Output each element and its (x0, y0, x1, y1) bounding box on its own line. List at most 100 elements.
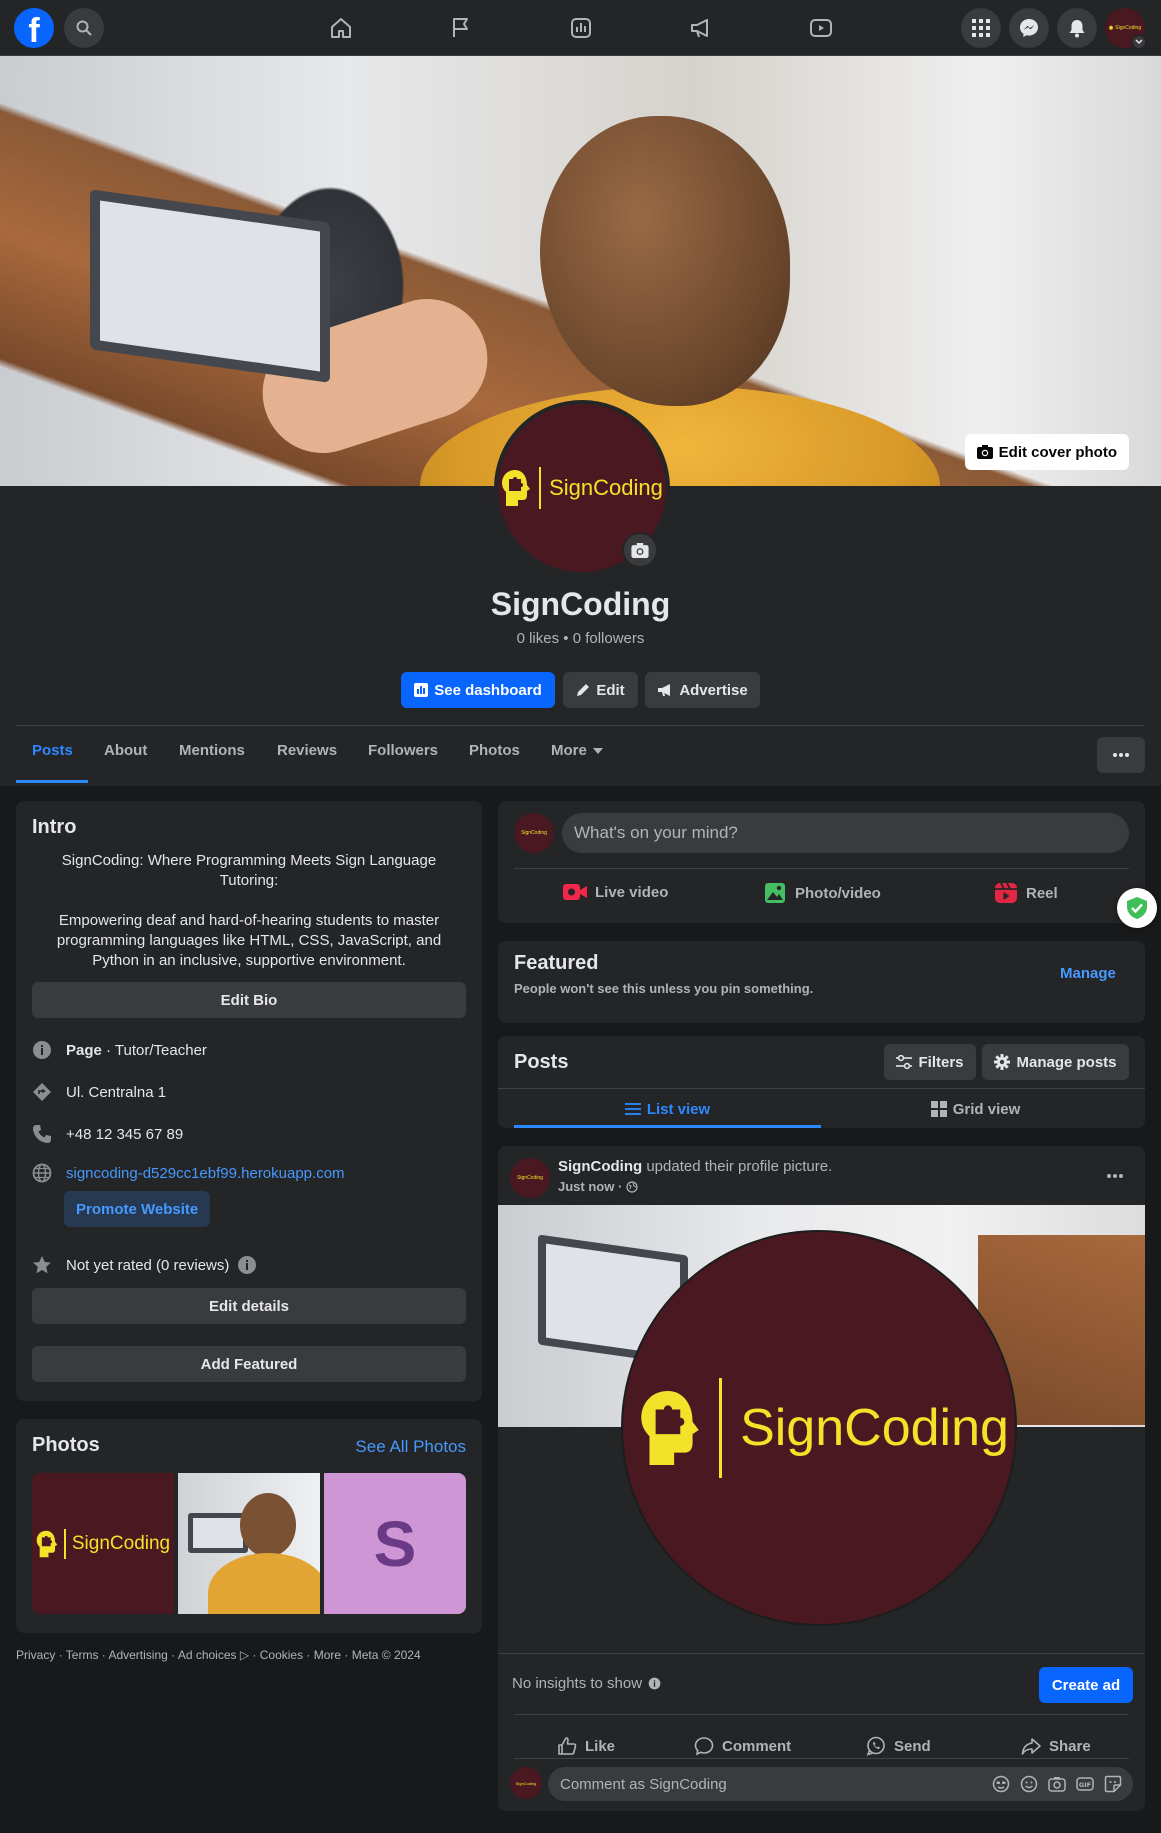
tab-photos[interactable]: Photos (469, 742, 520, 759)
post-time[interactable]: Just now · (558, 1179, 622, 1194)
home-icon[interactable] (321, 8, 361, 48)
photo-thumbnail-cover[interactable] (178, 1473, 320, 1614)
posts-title: Posts (514, 1051, 569, 1073)
more-options-button[interactable] (1097, 737, 1145, 773)
edit-cover-photo-button[interactable]: Edit cover photo (964, 434, 1129, 470)
footer-links[interactable]: Privacy · Terms · Advertising · Ad choic… (16, 1647, 466, 1663)
composer-avatar[interactable]: SignCoding (514, 813, 554, 853)
edit-cover-label: Edit cover photo (998, 443, 1117, 461)
manage-featured-link[interactable]: Manage (1060, 965, 1116, 982)
manage-posts-button[interactable]: Manage posts (982, 1044, 1129, 1080)
avatar-sticker-icon[interactable] (992, 1775, 1010, 1793)
share-label: Share (1049, 1737, 1091, 1755)
live-video-label: Live video (595, 883, 669, 901)
sidebar-toggle-icon[interactable] (18, 76, 38, 94)
grid-view-tab[interactable]: Grid view (822, 1090, 1129, 1128)
insights-icon[interactable] (561, 8, 601, 48)
globe-icon (32, 1163, 52, 1183)
info-icon[interactable] (648, 1677, 661, 1690)
comment-placeholder: Comment as SignCoding (560, 1775, 727, 1793)
see-dashboard-button[interactable]: See dashboard (401, 672, 555, 708)
featured-subtitle: People won't see this unless you pin som… (514, 981, 814, 996)
edit-bio-button[interactable]: Edit Bio (32, 982, 466, 1018)
megaphone-icon[interactable] (681, 8, 721, 48)
tab-reviews[interactable]: Reviews (277, 742, 337, 759)
photo-thumbnail-logo[interactable]: SignCoding (32, 1473, 174, 1614)
advertise-button[interactable]: Advertise (645, 672, 760, 708)
reel-button[interactable]: Reel (994, 881, 1058, 905)
list-view-label: List view (646, 1100, 711, 1118)
detail-website: signcoding-d529cc1ebf99.herokuapp.com (32, 1163, 345, 1183)
see-all-photos-link[interactable]: See All Photos (355, 1437, 466, 1457)
menu-grid-icon[interactable] (961, 8, 1001, 48)
whatsapp-icon (866, 1736, 885, 1756)
facebook-logo[interactable]: f (14, 8, 54, 48)
flag-icon[interactable] (441, 8, 481, 48)
sticker-icon[interactable] (1104, 1775, 1122, 1793)
list-view-tab[interactable]: List view (514, 1090, 821, 1128)
camera-icon[interactable] (1048, 1775, 1066, 1793)
posts-header-divider (498, 1088, 1145, 1089)
gif-icon[interactable]: GIF (1076, 1775, 1094, 1793)
filters-button[interactable]: Filters (884, 1044, 976, 1080)
megaphone-icon (658, 684, 671, 696)
post-options-icon[interactable] (1105, 1166, 1125, 1186)
tab-followers[interactable]: Followers (368, 742, 438, 759)
like-button[interactable]: Like (557, 1724, 615, 1768)
advertise-label: Advertise (679, 681, 748, 699)
live-video-icon (563, 884, 587, 900)
whats-on-your-mind-input[interactable]: What's on your mind? (562, 813, 1129, 853)
post-meta: Just now · (558, 1179, 638, 1194)
live-video-button[interactable]: Live video (563, 881, 668, 903)
cover-head-shape (540, 116, 790, 406)
page-category: · Tutor/Teacher (101, 1041, 207, 1059)
comment-divider (514, 1758, 1129, 1759)
update-profile-picture-icon[interactable] (622, 532, 658, 568)
tab-about[interactable]: About (104, 742, 147, 759)
messenger-icon[interactable] (1009, 8, 1049, 48)
video-icon[interactable] (801, 8, 841, 48)
search-icon[interactable] (64, 8, 104, 48)
edit-page-button[interactable]: Edit (563, 672, 638, 708)
website-link[interactable]: signcoding-d529cc1ebf99.herokuapp.com (66, 1165, 345, 1182)
send-button[interactable]: Send (866, 1724, 931, 1768)
post-author-avatar[interactable]: SignCoding (510, 1158, 550, 1198)
thumbs-up-icon (558, 1737, 577, 1755)
star-icon (32, 1255, 52, 1275)
detail-address: Ul. Centralna 1 (32, 1082, 166, 1102)
thumb-laptop-shape (188, 1513, 248, 1553)
promote-website-button[interactable]: Promote Website (64, 1191, 211, 1227)
shield-check-icon[interactable] (1117, 888, 1157, 928)
tab-mentions[interactable]: Mentions (179, 742, 245, 759)
add-featured-button[interactable]: Add Featured (32, 1346, 466, 1382)
bell-icon[interactable] (1057, 8, 1097, 48)
edit-details-button[interactable]: Edit details (32, 1288, 466, 1324)
tab-more[interactable]: More (551, 742, 603, 759)
post-action-text: updated their profile picture. (642, 1158, 833, 1175)
send-label: Send (894, 1737, 931, 1755)
photo-icon (765, 883, 785, 903)
photo-thumbnail-letter[interactable]: S (324, 1473, 466, 1614)
edit-label: Edit (596, 681, 625, 699)
create-ad-button[interactable]: Create ad (1039, 1667, 1133, 1703)
camera-icon (976, 445, 993, 459)
post-profile-picture[interactable]: SignCoding (621, 1230, 1017, 1626)
grid-icon (930, 1101, 947, 1117)
tab-posts[interactable]: Posts (32, 742, 73, 759)
see-dashboard-label: See dashboard (434, 681, 542, 699)
post-author[interactable]: SignCoding (558, 1158, 642, 1175)
info-icon[interactable] (237, 1255, 257, 1275)
manage-posts-label: Manage posts (1016, 1053, 1117, 1071)
logo-text: SignCoding (521, 830, 547, 836)
chevron-down-icon[interactable] (1131, 34, 1147, 50)
post-divider (498, 1653, 1145, 1654)
filters-label: Filters (918, 1053, 964, 1071)
share-button[interactable]: Share (1021, 1724, 1091, 1768)
comment-button[interactable]: Comment (694, 1724, 791, 1768)
head-puzzle-icon (36, 1530, 58, 1557)
active-tab-indicator (16, 780, 88, 783)
photo-video-button[interactable]: Photo/video (763, 881, 881, 905)
like-label: Like (585, 1737, 616, 1755)
commenter-avatar[interactable]: SignCoding (510, 1767, 542, 1799)
emoji-icon[interactable] (1020, 1775, 1038, 1793)
